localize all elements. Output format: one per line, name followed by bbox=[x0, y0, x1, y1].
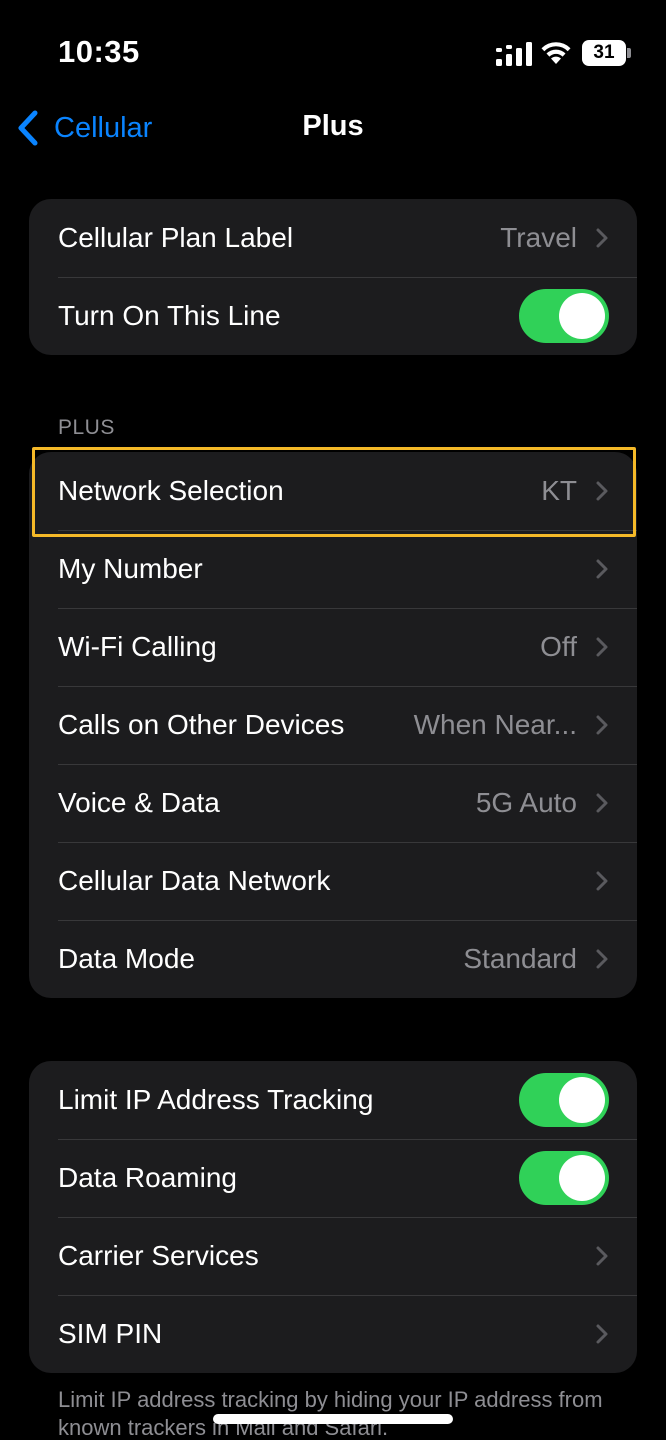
row-limit-ip-tracking: Limit IP Address Tracking bbox=[29, 1061, 637, 1139]
row-voice-and-data[interactable]: Voice & Data 5G Auto bbox=[29, 764, 637, 842]
battery-tip bbox=[627, 48, 631, 58]
cellular-signal-icon bbox=[496, 42, 532, 66]
chevron-right-icon bbox=[596, 559, 608, 579]
data-roaming-toggle[interactable] bbox=[519, 1151, 609, 1205]
toggle-knob bbox=[559, 1077, 605, 1123]
row-label: Data Mode bbox=[58, 943, 195, 974]
back-button-label: Cellular bbox=[54, 111, 153, 144]
chevron-right-icon bbox=[596, 228, 608, 248]
chevron-right-icon bbox=[596, 481, 608, 501]
wifi-icon bbox=[541, 42, 571, 64]
battery-indicator: 31 bbox=[582, 40, 632, 66]
row-sim-pin[interactable]: SIM PIN bbox=[29, 1295, 637, 1373]
row-value: 5G Auto bbox=[475, 787, 577, 818]
settings-group-plus: Network Selection KT My Number Wi-Fi Cal… bbox=[29, 452, 637, 998]
section-header-plus: PLUS bbox=[58, 416, 115, 439]
row-wifi-calling[interactable]: Wi-Fi Calling Off bbox=[29, 608, 637, 686]
row-value: When Near... bbox=[413, 709, 577, 740]
chevron-right-icon bbox=[596, 1246, 608, 1266]
row-label: My Number bbox=[58, 553, 203, 584]
turn-on-line-toggle[interactable] bbox=[519, 289, 609, 343]
row-data-mode[interactable]: Data Mode Standard bbox=[29, 920, 637, 998]
battery-level: 31 bbox=[582, 40, 626, 66]
row-label: Voice & Data bbox=[58, 787, 220, 818]
footer-note: Limit IP address tracking by hiding your… bbox=[58, 1387, 603, 1440]
row-carrier-services[interactable]: Carrier Services bbox=[29, 1217, 637, 1295]
row-label: Cellular Plan Label bbox=[58, 222, 294, 253]
status-time: 10:35 bbox=[58, 34, 140, 69]
toggle-knob bbox=[559, 293, 605, 339]
chevron-right-icon bbox=[596, 1324, 608, 1344]
chevron-right-icon bbox=[596, 715, 608, 735]
chevron-right-icon bbox=[596, 871, 608, 891]
limit-ip-tracking-toggle[interactable] bbox=[519, 1073, 609, 1127]
row-label: Carrier Services bbox=[58, 1240, 259, 1271]
row-value: Travel bbox=[500, 222, 577, 253]
back-button[interactable]: Cellular bbox=[16, 108, 152, 148]
row-label: Cellular Data Network bbox=[58, 865, 331, 896]
row-label: Data Roaming bbox=[58, 1162, 237, 1193]
status-bar: 10:35 31 bbox=[0, 0, 666, 100]
settings-group-plan: Cellular Plan Label Travel Turn On This … bbox=[29, 199, 637, 355]
row-network-selection[interactable]: Network Selection KT bbox=[29, 452, 637, 530]
row-label: Calls on Other Devices bbox=[58, 709, 345, 740]
chevron-right-icon bbox=[596, 637, 608, 657]
screen: 10:35 31 Cellular Plus Cellular Plan Lab bbox=[0, 0, 666, 1440]
row-label: Limit IP Address Tracking bbox=[58, 1084, 374, 1115]
row-calls-on-other-devices[interactable]: Calls on Other Devices When Near... bbox=[29, 686, 637, 764]
toggle-knob bbox=[559, 1155, 605, 1201]
row-label: Network Selection bbox=[58, 475, 284, 506]
settings-group-privacy: Limit IP Address Tracking Data Roaming C… bbox=[29, 1061, 637, 1373]
chevron-right-icon bbox=[596, 949, 608, 969]
row-value: KT bbox=[541, 475, 577, 506]
row-label: SIM PIN bbox=[58, 1318, 163, 1349]
chevron-right-icon bbox=[596, 793, 608, 813]
chevron-left-icon bbox=[18, 110, 38, 146]
row-label: Wi-Fi Calling bbox=[58, 631, 217, 662]
row-value: Off bbox=[540, 631, 577, 662]
row-cellular-data-network[interactable]: Cellular Data Network bbox=[29, 842, 637, 920]
row-value: Standard bbox=[463, 943, 577, 974]
row-cellular-plan-label[interactable]: Cellular Plan Label Travel bbox=[29, 199, 637, 277]
home-indicator[interactable] bbox=[213, 1414, 453, 1424]
row-my-number[interactable]: My Number bbox=[29, 530, 637, 608]
row-label: Turn On This Line bbox=[58, 300, 281, 331]
row-turn-on-this-line: Turn On This Line bbox=[29, 277, 637, 355]
row-data-roaming: Data Roaming bbox=[29, 1139, 637, 1217]
